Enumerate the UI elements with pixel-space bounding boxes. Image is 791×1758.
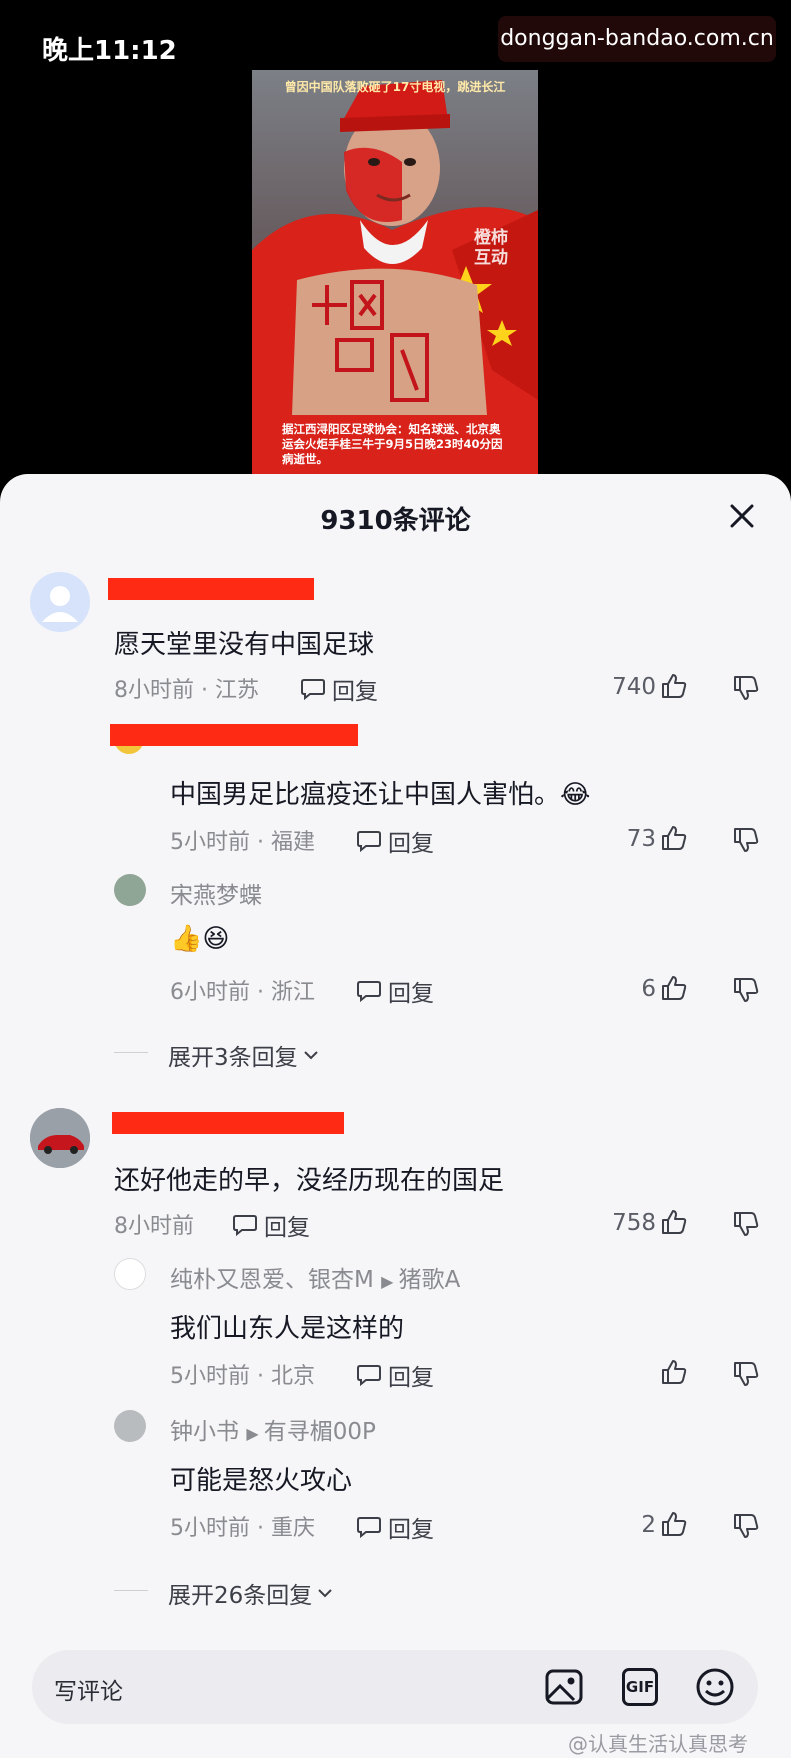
reply-meta: 5小时前 · 福建 [170, 830, 315, 855]
reply-text-content: 中国男足比瘟疫还让中国人害怕。 [170, 780, 561, 810]
redacted-username [110, 724, 358, 746]
redacted-username [108, 578, 314, 600]
expand-replies-button[interactable]: 展开3条回复 [168, 1038, 320, 1072]
emoji-icon[interactable] [694, 1666, 736, 1708]
reply-username[interactable]: 宋燕梦蝶 [170, 876, 262, 910]
dislike-icon[interactable] [732, 674, 760, 702]
avatar[interactable] [114, 1410, 146, 1442]
reply-text: 中国男足比瘟疫还让中国人害怕。😂 [170, 774, 590, 811]
like-count: 6 [641, 976, 656, 1002]
reply-text: 可能是怒火攻心 [170, 1466, 353, 1496]
reply-username[interactable]: 纯朴又恩爱、银杏M [170, 1267, 374, 1293]
reply-button[interactable]: 回复 [356, 974, 434, 1008]
comment-meta: 8小时前 [114, 1214, 194, 1239]
reply-meta: 5小时前 · 北京 [170, 1364, 315, 1389]
reply-label: 回复 [388, 831, 434, 857]
reply-icon [357, 1365, 381, 1387]
reply-button[interactable]: 回复 [356, 824, 434, 858]
reply-username[interactable]: 钟小书 [170, 1419, 239, 1445]
status-bar: 晚上11:12 donggan-bandao.com.cn [0, 0, 791, 80]
reply-text: 我们山东人是这样的 [170, 1314, 405, 1344]
like-count: 758 [612, 1210, 656, 1236]
video-caption: 据江西浔阳区足球协会：知名球迷、北京奥运会火炬手桂三牛于9月5日晚23时40分因… [282, 422, 503, 466]
emoji: 😂 [560, 780, 591, 810]
expand-label: 展开26条回复 [168, 1583, 313, 1609]
site-watermark: donggan-bandao.com.cn [498, 16, 776, 62]
reply-author-line: 钟小书 ▶ 有寻楣00P [170, 1412, 376, 1446]
car-avatar-image [30, 1108, 90, 1168]
avatar[interactable] [114, 1258, 146, 1290]
video-player[interactable]: 曾因中国队落败砸了17寸电视，跳进长江 橙柿互动 据江西浔阳区足球协会：知名球迷… [252, 70, 538, 480]
reply-icon [233, 1215, 257, 1237]
reply-icon [357, 1517, 381, 1539]
reply-icon [301, 679, 325, 701]
chevron-down-icon [303, 1051, 318, 1060]
source-watermark: @认真生活认真思考 [568, 1732, 748, 1756]
caret-right-icon: ▶ [246, 1424, 264, 1443]
reply-label: 回复 [332, 679, 378, 705]
dislike-icon[interactable] [732, 826, 760, 854]
reply-emoji: 👍😆 [170, 924, 230, 954]
video-headline: 曾因中国队落败砸了17寸电视，跳进长江 [284, 80, 506, 94]
expand-replies-button[interactable]: 展开26条回复 [168, 1576, 334, 1610]
reply-meta: 5小时前 · 重庆 [170, 1516, 315, 1541]
avatar[interactable] [30, 572, 90, 632]
like-count: 73 [626, 826, 656, 852]
like-count: 740 [612, 674, 656, 700]
like-count: 2 [641, 1512, 656, 1538]
reply-icon [357, 981, 381, 1003]
video-frame-illustration [252, 70, 538, 480]
like-icon[interactable] [660, 974, 688, 1002]
like-icon[interactable] [660, 1510, 688, 1538]
chevron-down-icon [318, 1589, 332, 1598]
caret-right-icon: ▶ [381, 1272, 399, 1291]
dislike-icon[interactable] [732, 1210, 760, 1238]
redacted-username [112, 1112, 344, 1134]
comment-composer[interactable]: 写评论 GIF [32, 1650, 758, 1724]
reply-button[interactable]: 回复 [356, 1510, 434, 1544]
reply-author-line: 纯朴又恩爱、银杏M ▶ 猪歌A [170, 1260, 460, 1294]
like-icon[interactable] [660, 824, 688, 852]
avatar[interactable] [30, 1108, 90, 1168]
comment-meta: 8小时前 · 江苏 [114, 678, 259, 703]
comment-text: 还好他走的早，没经历现在的国足 [114, 1166, 505, 1196]
reply-label: 回复 [388, 981, 434, 1007]
channel-logo: 橙柿互动 [474, 228, 508, 268]
gif-icon[interactable]: GIF [622, 1668, 658, 1706]
comment-text: 愿天堂里没有中国足球 [114, 630, 375, 660]
avatar[interactable] [114, 874, 146, 906]
expand-label: 展开3条回复 [168, 1045, 298, 1071]
comment-input[interactable]: 写评论 [54, 1672, 123, 1706]
reply-label: 回复 [264, 1215, 310, 1241]
reply-label: 回复 [388, 1517, 434, 1543]
reply-button[interactable]: 回复 [300, 672, 378, 706]
comment-count-title: 9310条评论 [320, 506, 471, 536]
reply-button[interactable]: 回复 [232, 1208, 310, 1242]
default-avatar-icon [42, 586, 78, 622]
reply-icon [357, 831, 381, 853]
reply-to-username[interactable]: 有寻楣00P [264, 1419, 376, 1445]
dislike-icon[interactable] [732, 1360, 760, 1388]
image-icon[interactable] [544, 1668, 584, 1706]
like-icon[interactable] [660, 1208, 688, 1236]
dislike-icon[interactable] [732, 1512, 760, 1540]
like-icon[interactable] [660, 672, 688, 700]
reply-label: 回复 [388, 1365, 434, 1391]
close-icon[interactable] [722, 496, 762, 536]
reply-meta: 6小时前 · 浙江 [170, 980, 315, 1005]
dislike-icon[interactable] [732, 976, 760, 1004]
divider [114, 1590, 148, 1591]
reply-to-username[interactable]: 猪歌A [399, 1267, 461, 1293]
divider [114, 1052, 148, 1053]
like-icon[interactable] [660, 1358, 688, 1386]
status-time: 晚上11:12 [42, 36, 177, 66]
reply-button[interactable]: 回复 [356, 1358, 434, 1392]
